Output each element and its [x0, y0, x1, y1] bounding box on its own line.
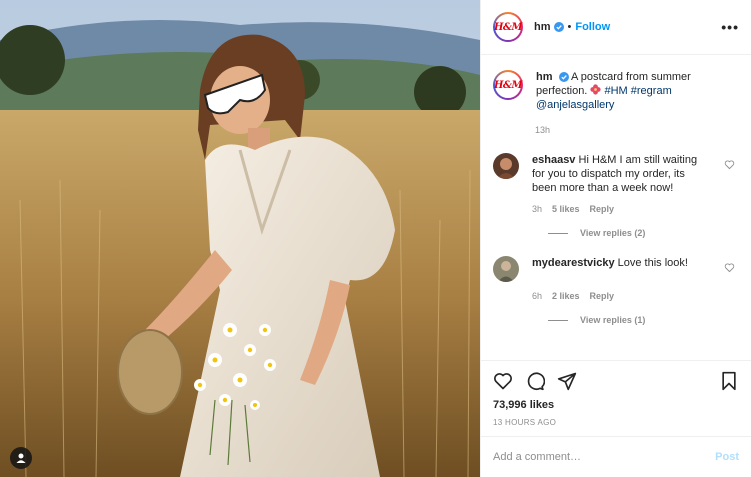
comment-avatar[interactable]: [493, 256, 519, 282]
tagged-users-button[interactable]: [10, 447, 32, 469]
comment-time[interactable]: 3h: [532, 204, 542, 214]
caption-mention[interactable]: @anjelasgallery: [536, 99, 614, 111]
comment-composer: Post: [481, 436, 751, 477]
user-icon: [16, 453, 26, 463]
divider-line: [548, 232, 568, 234]
comment-item: mydearestvicky Love this look! 6h 2 like…: [493, 256, 739, 325]
verified-badge-icon: [558, 72, 569, 83]
view-replies-button[interactable]: View replies (1): [548, 315, 739, 325]
post-actions: 73,996 likes 13 HOURS AGO: [481, 360, 751, 427]
comment-avatar[interactable]: [493, 153, 519, 179]
account-avatar[interactable]: H&M: [493, 12, 523, 42]
separator-dot: •: [567, 21, 572, 33]
post-sidebar: H&M hm • Follow ••• H&M hm A postcard fr…: [480, 0, 751, 477]
comments-list[interactable]: H&M hm A postcard from summer perfection…: [481, 56, 751, 360]
save-bookmark-icon[interactable]: [719, 371, 739, 391]
comment-meta: 6h 2 likes Reply: [532, 291, 739, 301]
comment-username[interactable]: mydearestvicky: [532, 257, 615, 269]
view-replies-label: View replies (1): [580, 315, 646, 325]
view-replies-label: View replies (2): [580, 228, 646, 238]
caption-timestamp[interactable]: 13h: [535, 125, 739, 135]
post-photo[interactable]: [0, 0, 480, 477]
share-paper-plane-icon[interactable]: [557, 371, 577, 391]
like-comment-heart-icon[interactable]: [724, 262, 735, 273]
caption-username[interactable]: hm: [536, 71, 553, 83]
hm-logo: H&M: [493, 21, 523, 33]
comment-item: eshaasv Hi H&M I am still waiting for yo…: [493, 153, 739, 238]
comment-bubble-icon[interactable]: [525, 371, 545, 391]
caption-hashtags[interactable]: #HM #regram: [605, 85, 672, 97]
like-heart-icon[interactable]: [493, 371, 513, 391]
comment-meta: 3h 5 likes Reply: [532, 204, 739, 214]
follow-button[interactable]: Follow: [575, 21, 610, 33]
hibiscus-icon: [590, 84, 604, 97]
comment-username[interactable]: eshaasv: [532, 154, 575, 166]
add-comment-input[interactable]: [493, 451, 716, 463]
comment-likes[interactable]: 2 likes: [552, 291, 580, 301]
likes-count[interactable]: 73,996 likes: [493, 399, 739, 411]
hm-logo: H&M: [493, 79, 523, 91]
account-username[interactable]: hm: [534, 21, 551, 33]
posted-time[interactable]: 13 HOURS AGO: [493, 418, 739, 427]
more-options-icon[interactable]: •••: [721, 19, 739, 35]
comment-likes[interactable]: 5 likes: [552, 204, 580, 214]
view-replies-button[interactable]: View replies (2): [548, 228, 739, 238]
post-header: H&M hm • Follow •••: [481, 0, 751, 55]
post-photo-image: [0, 0, 480, 477]
verified-badge-icon: [553, 22, 564, 32]
reply-button[interactable]: Reply: [590, 204, 615, 214]
reply-button[interactable]: Reply: [590, 291, 615, 301]
instagram-post-view: H&M hm • Follow ••• H&M hm A postcard fr…: [0, 0, 751, 477]
divider-line: [548, 319, 568, 321]
caption: H&M hm A postcard from summer perfection…: [493, 70, 739, 135]
caption-avatar[interactable]: H&M: [493, 70, 523, 100]
comment-text: Love this look!: [617, 257, 688, 269]
like-comment-heart-icon[interactable]: [724, 159, 735, 170]
comment-time[interactable]: 6h: [532, 291, 542, 301]
post-comment-button[interactable]: Post: [715, 451, 739, 463]
